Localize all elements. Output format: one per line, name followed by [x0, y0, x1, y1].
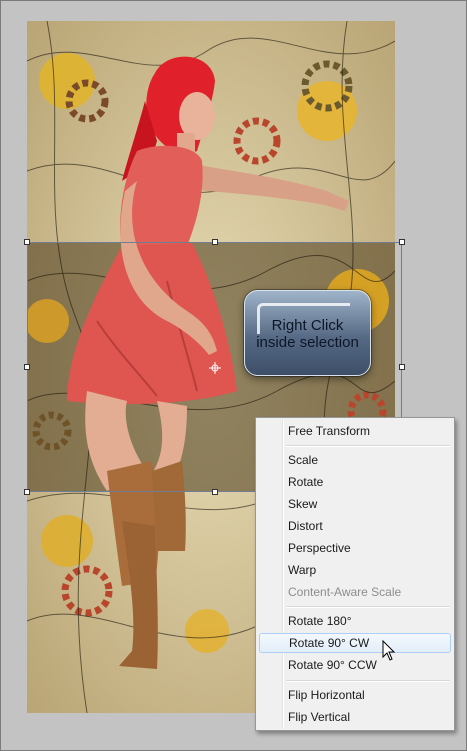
- selection-handle-middle-right[interactable]: [399, 364, 405, 370]
- selection-handle-middle-left[interactable]: [24, 364, 30, 370]
- hint-line-2: inside selection: [256, 334, 359, 351]
- selection-handle-bottom-left[interactable]: [24, 489, 30, 495]
- menu-separator: [286, 680, 450, 682]
- selection-handle-top-left[interactable]: [24, 239, 30, 245]
- menu-item-rotate-90-ccw[interactable]: Rotate 90° CCW: [259, 655, 451, 675]
- selection-handle-top-right[interactable]: [399, 239, 405, 245]
- menu-separator: [286, 606, 450, 608]
- crosshair-icon[interactable]: [209, 362, 221, 374]
- menu-item-skew[interactable]: Skew: [259, 494, 451, 514]
- hint-bubble: Right Click inside selection: [244, 290, 371, 376]
- menu-item-warp[interactable]: Warp: [259, 560, 451, 580]
- menu-item-distort[interactable]: Distort: [259, 516, 451, 536]
- menu-item-rotate-90-cw[interactable]: Rotate 90° CW: [259, 633, 451, 653]
- menu-item-flip-vertical[interactable]: Flip Vertical: [259, 707, 451, 727]
- menu-item-flip-horizontal[interactable]: Flip Horizontal: [259, 685, 451, 705]
- hint-line-1: Right Click: [271, 317, 344, 334]
- arrow-cursor-icon: [382, 640, 396, 661]
- menu-item-perspective[interactable]: Perspective: [259, 538, 451, 558]
- selection-handle-top-center[interactable]: [212, 239, 218, 245]
- menu-item-rotate[interactable]: Rotate: [259, 472, 451, 492]
- menu-item-rotate-180[interactable]: Rotate 180°: [259, 611, 451, 631]
- transform-context-menu: Free Transform Scale Rotate Skew Distort…: [255, 417, 455, 731]
- menu-separator: [286, 445, 450, 447]
- menu-item-content-aware-scale: Content-Aware Scale: [288, 585, 402, 599]
- selection-handle-bottom-center[interactable]: [212, 489, 218, 495]
- menu-item-free-transform[interactable]: Free Transform: [259, 421, 451, 441]
- menu-item-scale[interactable]: Scale: [259, 450, 451, 470]
